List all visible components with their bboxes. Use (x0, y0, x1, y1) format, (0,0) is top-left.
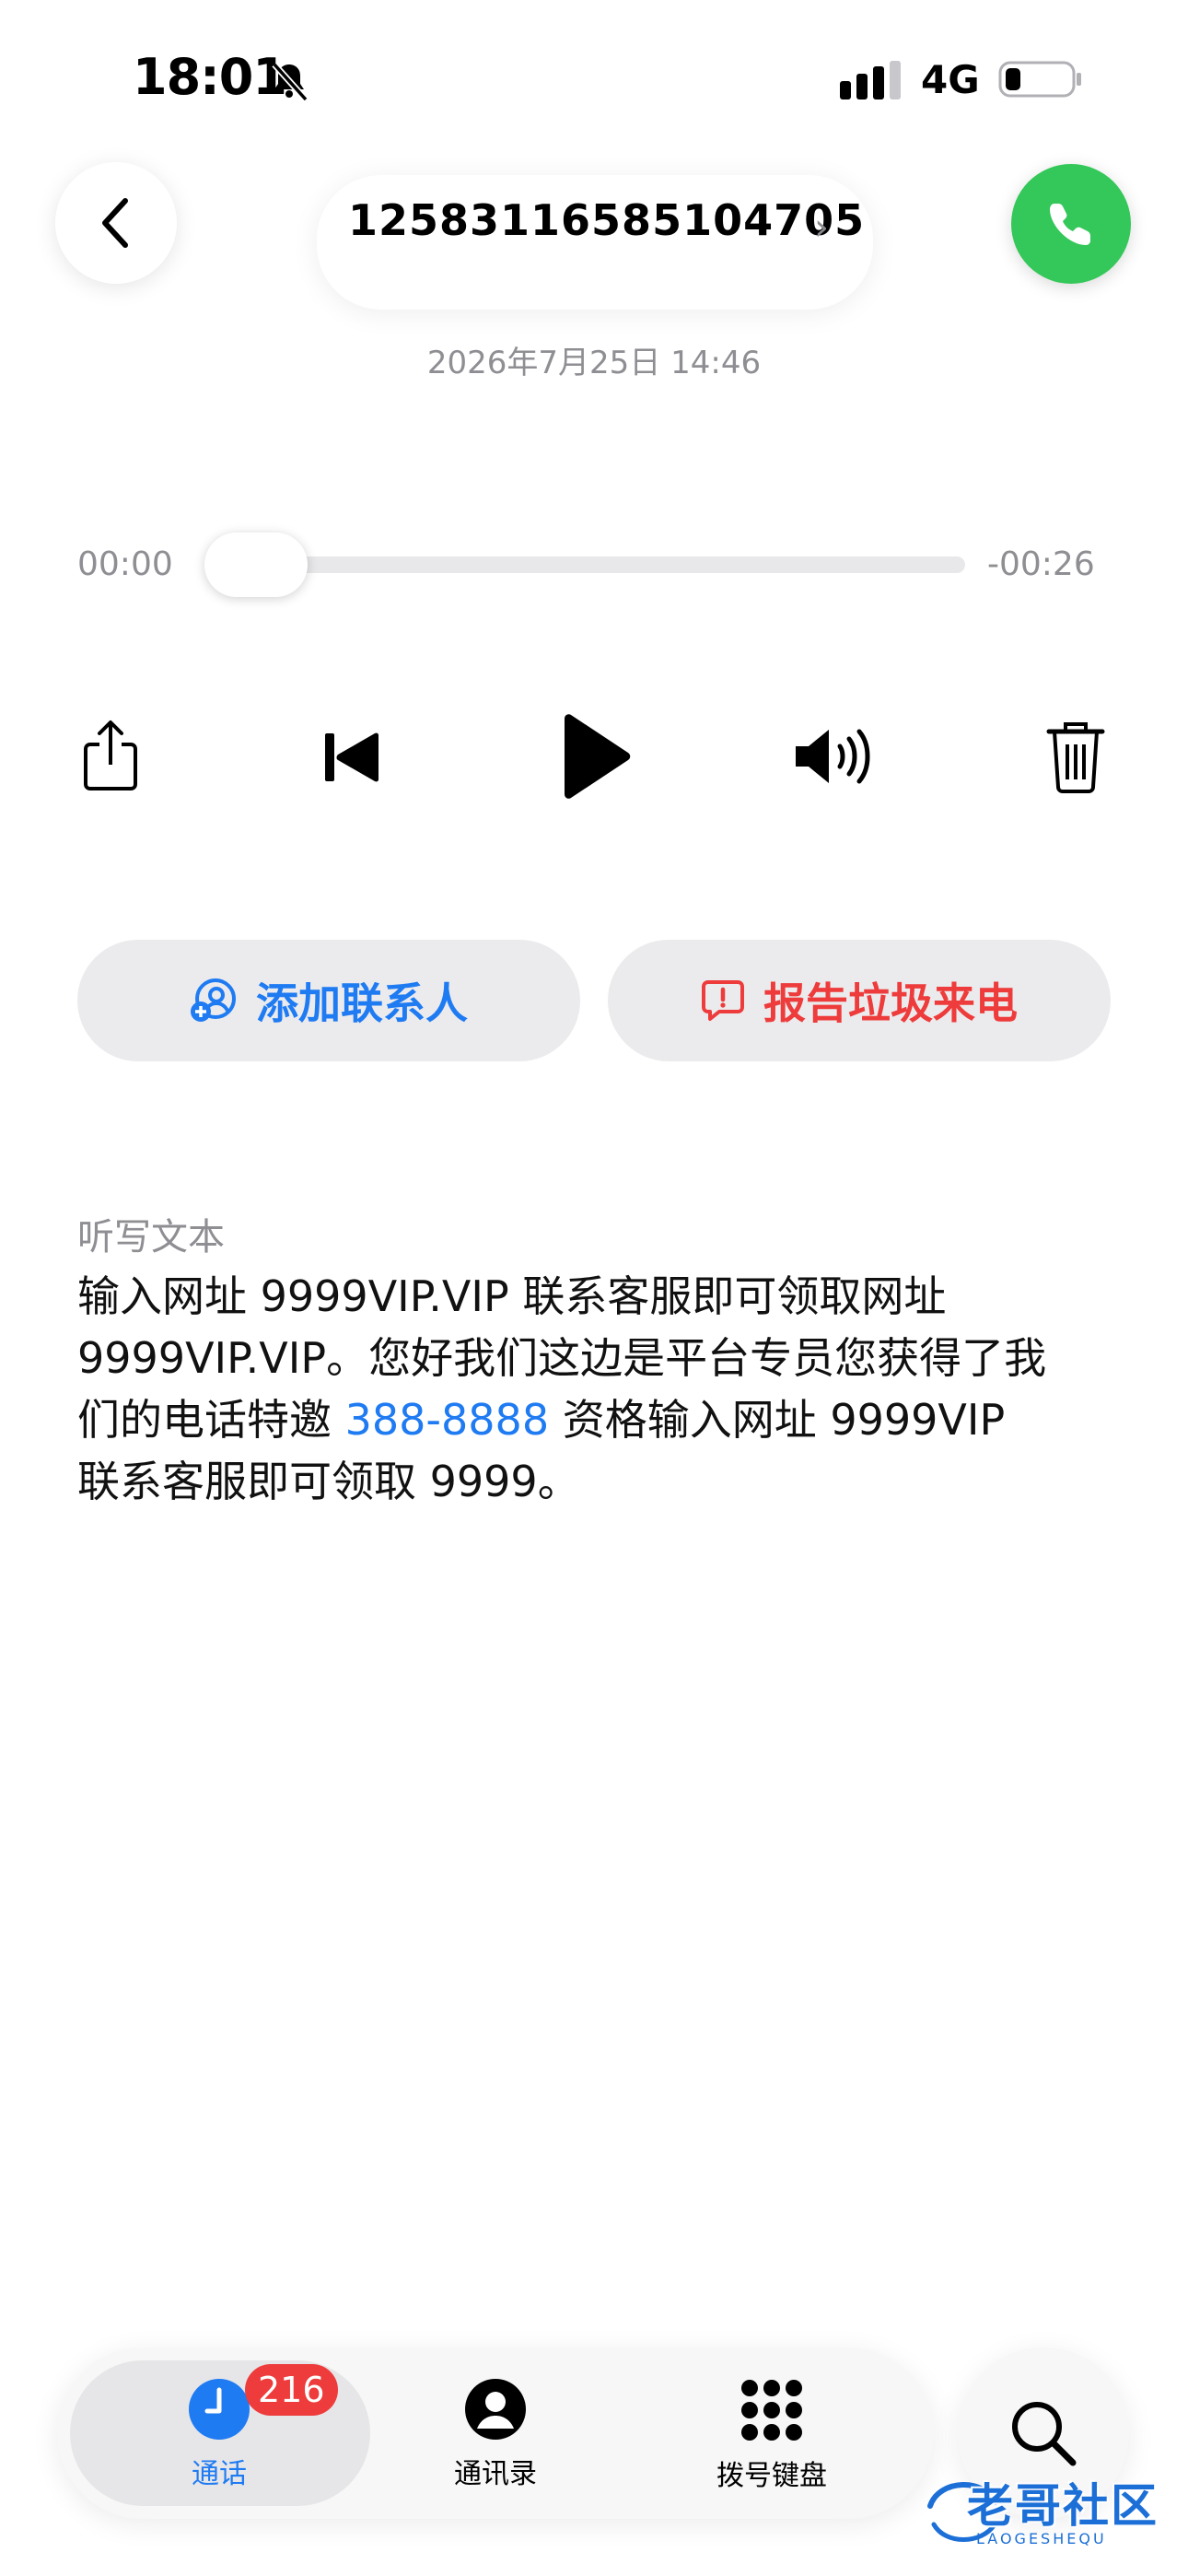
back-button[interactable] (55, 162, 177, 284)
bell-slash-icon (272, 62, 309, 102)
phone-icon (1050, 204, 1090, 245)
search-icon (1012, 2402, 1077, 2466)
missed-calls-badge: 216 (245, 2364, 338, 2416)
tab-keypad[interactable]: 拨号键盘 (670, 2377, 873, 2493)
exclamation-bubble-icon (702, 980, 744, 1021)
chevron-left-icon (102, 198, 128, 248)
keypad-icon (741, 2380, 802, 2441)
play-button[interactable] (549, 706, 641, 807)
phone-link[interactable]: 388-8888 (345, 1395, 549, 1445)
tab-contacts-label: 通讯录 (454, 2458, 537, 2490)
share-icon (84, 720, 137, 790)
rewind-button[interactable] (313, 719, 390, 796)
add-contact-label: 添加联系人 (256, 978, 468, 1028)
chevron-right-icon: › (814, 206, 829, 249)
watermark-subtext: LAOGESHEQU (976, 2530, 1107, 2547)
call-datetime: 2026年7月25日 14:46 (426, 345, 762, 381)
status-time: 18:01 (133, 48, 287, 106)
play-icon (565, 714, 631, 799)
report-spam-label: 报告垃圾来电 (763, 978, 1018, 1028)
tab-recents-label: 通话 (192, 2458, 247, 2490)
tab-keypad-label: 拨号键盘 (716, 2460, 827, 2492)
watermark-logo: 老哥社区 LAOGESHEQU (921, 2469, 1179, 2561)
watermark-text: 老哥社区 (967, 2479, 1159, 2533)
tab-contacts[interactable]: 通讯录 (394, 2377, 597, 2491)
speaker-button[interactable] (788, 715, 880, 798)
battery-icon (998, 61, 1081, 98)
remaining-time: -00:26 (987, 545, 1095, 583)
transcription-text: 输入网址 9999VIP.VIP 联系客服即可领取网址 9999VIP.VIP。… (77, 1266, 1054, 1513)
progress-track[interactable] (208, 556, 965, 573)
delete-button[interactable] (1039, 713, 1112, 800)
add-contact-button[interactable]: 添加联系人 (77, 940, 580, 1061)
call-button[interactable] (1011, 164, 1131, 284)
clock-icon (189, 2379, 250, 2440)
person-add-icon (191, 978, 236, 1022)
person-icon (465, 2379, 526, 2440)
transcription-label: 听写文本 (77, 1216, 225, 1259)
elapsed-time: 00:00 (77, 545, 173, 583)
network-type: 4G (921, 57, 980, 102)
share-button[interactable] (74, 709, 147, 802)
caller-title-pill[interactable]: 12583116585104705 › (317, 175, 873, 310)
skip-back-icon (325, 732, 379, 782)
progress-thumb[interactable] (204, 533, 308, 597)
speaker-wave-icon (796, 729, 870, 784)
report-spam-button[interactable]: 报告垃圾来电 (608, 940, 1111, 1061)
caller-number: 12583116585104705 (348, 195, 866, 245)
trash-icon (1046, 722, 1105, 793)
signal-icon (840, 61, 901, 100)
